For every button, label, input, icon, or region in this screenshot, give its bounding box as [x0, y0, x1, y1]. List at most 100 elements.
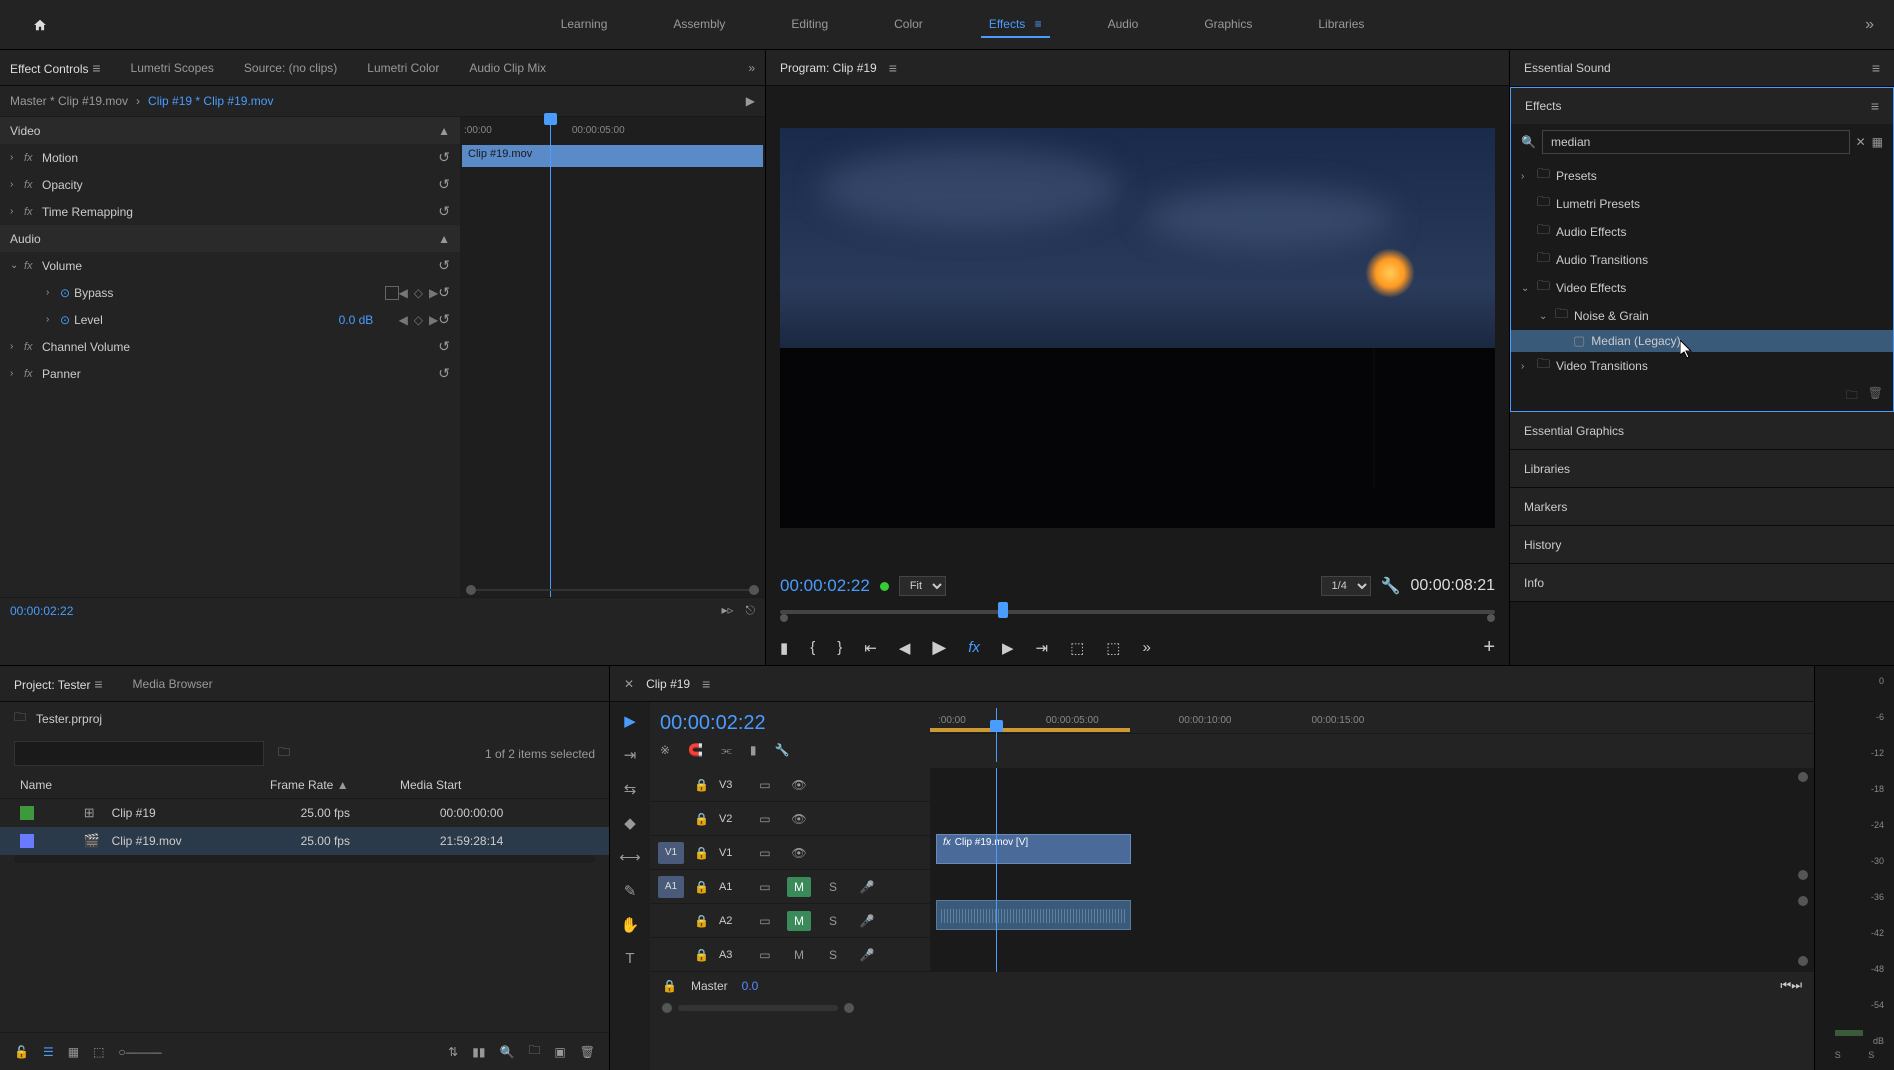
selection-tool[interactable]: ▶: [624, 712, 636, 730]
home-button[interactable]: [20, 5, 60, 45]
panel-tab[interactable]: Lumetri Scopes: [131, 61, 214, 75]
play-icon[interactable]: ▶: [746, 94, 755, 108]
workspace-tab-libraries[interactable]: Libraries: [1310, 12, 1372, 38]
ec-clip-label[interactable]: Clip #19 * Clip #19.mov: [148, 94, 273, 108]
panel-menu-icon[interactable]: ≡: [702, 676, 710, 692]
ec-row[interactable]: ›fxMotion↺: [0, 144, 460, 171]
effect-folder[interactable]: ⌄🗀Video Effects: [1511, 274, 1893, 302]
workspace-tab-editing[interactable]: Editing: [783, 12, 836, 38]
effect-folder[interactable]: 🗀Audio Transitions: [1511, 246, 1893, 274]
play-button[interactable]: ▶: [932, 637, 946, 658]
razor-tool[interactable]: ◆: [624, 814, 636, 832]
linked-selection-icon[interactable]: ⫘: [721, 743, 732, 758]
collapsed-panel-libraries[interactable]: Libraries: [1510, 450, 1894, 488]
collapsed-panel-history[interactable]: History: [1510, 526, 1894, 564]
workspace-tab-assembly[interactable]: Assembly: [665, 12, 733, 38]
audio-clip[interactable]: [936, 900, 1131, 930]
magnet-icon[interactable]: 🧲: [688, 743, 703, 758]
goto-out-button[interactable]: ⇥: [1035, 639, 1048, 657]
ec-export-icon[interactable]: ⎋: [746, 603, 756, 618]
effect-folder[interactable]: ⌄🗀Noise & Grain: [1511, 302, 1893, 330]
program-tab[interactable]: Program: Clip #19: [780, 61, 877, 75]
collapsed-panel-markers[interactable]: Markers: [1510, 488, 1894, 526]
new-item-button[interactable]: ▣: [554, 1045, 565, 1059]
program-monitor[interactable]: [766, 86, 1509, 570]
workspace-tab-effects[interactable]: Effects ≡: [981, 12, 1050, 38]
video-track-header[interactable]: 🔒V2▭👁: [650, 802, 930, 836]
col-name[interactable]: Name: [20, 778, 270, 792]
zoom-slider[interactable]: ○———: [118, 1045, 161, 1059]
ec-playhead[interactable]: [550, 117, 551, 597]
mark-in-icon[interactable]: {: [810, 639, 815, 656]
audio-track-header[interactable]: A1🔒A1▭MS🎤: [650, 870, 930, 904]
effect-folder[interactable]: ›🗀Presets: [1511, 162, 1893, 190]
timeline-timecode[interactable]: 00:00:02:22: [660, 712, 920, 735]
resolution-select[interactable]: 1/4: [1321, 576, 1371, 596]
ec-row[interactable]: ›fxTime Remapping↺: [0, 198, 460, 225]
sort-icon[interactable]: ⇅: [448, 1045, 458, 1059]
transport-overflow[interactable]: »: [1142, 639, 1150, 656]
work-area-bar[interactable]: [930, 728, 1130, 732]
video-track-header[interactable]: V1🔒V1▭👁: [650, 836, 930, 870]
find-icon[interactable]: 🔍: [499, 1045, 514, 1059]
col-mediastart[interactable]: Media Start: [400, 778, 550, 792]
effect-item[interactable]: ▢Median (Legacy): [1511, 330, 1893, 352]
mark-out-icon[interactable]: }: [837, 639, 842, 656]
ec-row[interactable]: ›fxChannel Volume↺: [0, 333, 460, 360]
zoom-select[interactable]: Fit: [899, 576, 946, 596]
ec-row[interactable]: Audio▲: [0, 225, 460, 252]
panel-menu-icon[interactable]: ≡: [1872, 60, 1880, 76]
effect-folder[interactable]: 🗀Audio Effects: [1511, 218, 1893, 246]
delete-icon[interactable]: 🗑: [1868, 386, 1883, 407]
sequence-tab[interactable]: Clip #19: [646, 677, 690, 691]
timeline-track-area[interactable]: fx Clip #19.mov [V]: [930, 768, 1814, 972]
delete-button[interactable]: 🗑: [580, 1045, 595, 1059]
new-bin-icon[interactable]: 🗀: [1846, 386, 1858, 407]
ec-row[interactable]: ›fxOpacity↺: [0, 171, 460, 198]
ec-row[interactable]: ⌄fxVolume↺: [0, 252, 460, 279]
workspace-tab-audio[interactable]: Audio: [1100, 12, 1147, 38]
panel-tab[interactable]: Effect Controls ≡: [10, 60, 101, 76]
step-forward-button[interactable]: ▶: [1002, 639, 1014, 657]
step-back-button[interactable]: ◀: [899, 639, 911, 657]
add-button[interactable]: +: [1483, 636, 1495, 659]
audio-track-header[interactable]: 🔒A3▭MS🎤: [650, 938, 930, 972]
effect-folder[interactable]: ›🗀Video Transitions: [1511, 352, 1893, 380]
marker-icon[interactable]: ▮: [750, 743, 757, 758]
slip-tool[interactable]: ⟷: [619, 848, 641, 866]
project-tab[interactable]: Project: Tester ≡: [14, 676, 103, 692]
workspace-tab-graphics[interactable]: Graphics: [1196, 12, 1260, 38]
workspace-tab-learning[interactable]: Learning: [553, 12, 616, 38]
ec-mini-timeline[interactable]: :00:0000:00:05:00 Clip #19.mov: [460, 117, 765, 597]
ec-footer-timecode[interactable]: 00:00:02:22: [10, 604, 73, 618]
settings-icon[interactable]: 🔧: [774, 743, 789, 758]
type-tool[interactable]: T: [625, 950, 634, 967]
lock-icon[interactable]: 🔒: [662, 979, 677, 993]
ec-toggle-icon[interactable]: ▸▹: [721, 603, 733, 618]
tabs-overflow-icon[interactable]: »: [748, 61, 755, 75]
master-out-icon[interactable]: ⏮⏭: [1780, 978, 1802, 993]
effect-folder[interactable]: 🗀Lumetri Presets: [1511, 190, 1893, 218]
ec-row[interactable]: Video▲: [0, 117, 460, 144]
col-framerate[interactable]: Frame Rate: [270, 778, 333, 792]
project-item[interactable]: ⊞Clip #1925.00 fps00:00:00:00: [0, 799, 609, 827]
lock-icon[interactable]: 🔓: [14, 1045, 29, 1059]
ripple-edit-tool[interactable]: ⇆: [624, 780, 637, 798]
ec-clip-bar[interactable]: Clip #19.mov: [462, 145, 763, 167]
panel-menu-icon[interactable]: ≡: [889, 60, 897, 76]
new-bin-icon[interactable]: ▦: [1872, 135, 1883, 149]
track-select-tool[interactable]: ⇥: [624, 746, 637, 764]
project-search-input[interactable]: [14, 741, 264, 766]
audio-track-header[interactable]: 🔒A2▭MS🎤: [650, 904, 930, 938]
wrench-icon[interactable]: 🔧: [1381, 576, 1401, 596]
panel-tab[interactable]: Lumetri Color: [367, 61, 439, 75]
freeform-view-button[interactable]: ⬚: [93, 1045, 104, 1059]
lift-button[interactable]: ⬚: [1070, 639, 1084, 657]
scrubber-handle[interactable]: [998, 602, 1008, 618]
project-item[interactable]: 🎬Clip #19.mov25.00 fps21:59:28:14: [0, 827, 609, 855]
filter-bin-icon[interactable]: 🗀: [278, 743, 290, 764]
workspace-tab-color[interactable]: Color: [886, 12, 931, 38]
master-value[interactable]: 0.0: [742, 979, 759, 993]
panel-menu-icon[interactable]: ≡: [1871, 98, 1879, 114]
snap-icon[interactable]: ※: [660, 743, 670, 758]
